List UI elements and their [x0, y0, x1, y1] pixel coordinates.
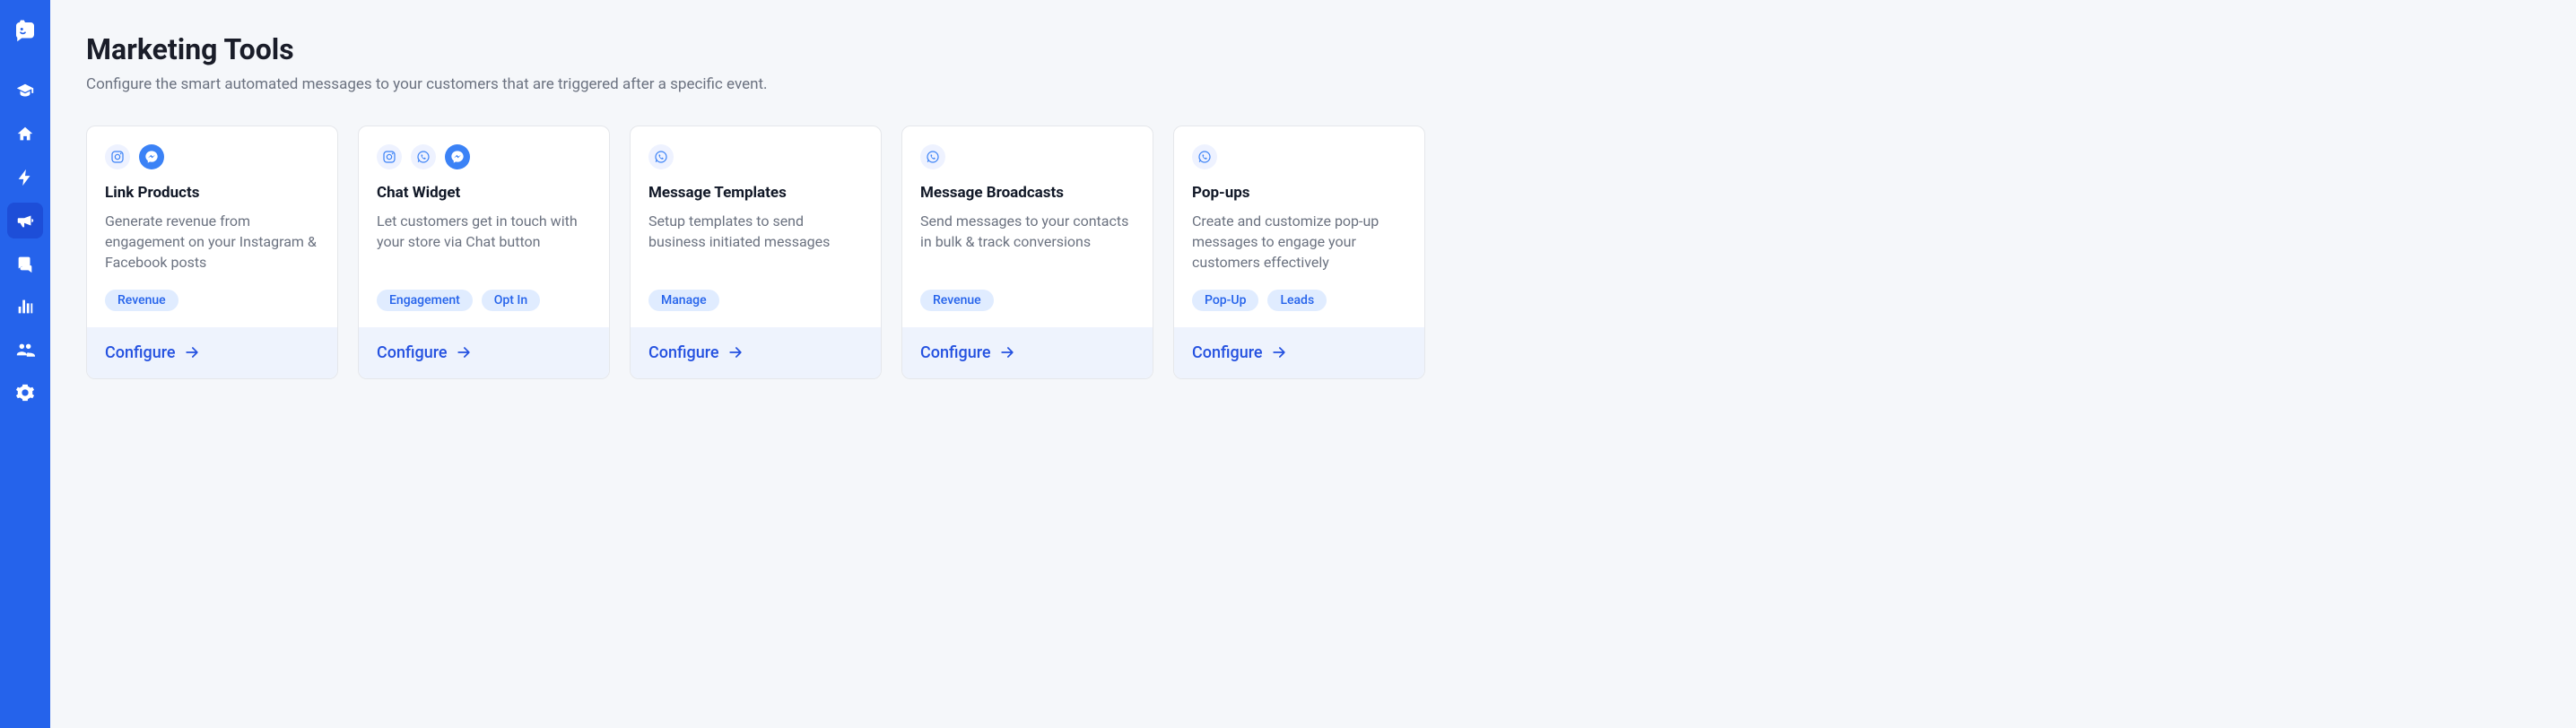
card-desc: Send messages to your contacts in bulk &… — [920, 211, 1135, 273]
arrow-right-icon — [455, 343, 473, 361]
card-body: Chat Widget Let customers get in touch w… — [359, 126, 609, 327]
card-title: Chat Widget — [377, 184, 591, 202]
card-chat-widget: Chat Widget Let customers get in touch w… — [358, 126, 610, 379]
card-body: Message Broadcasts Send messages to your… — [902, 126, 1153, 327]
page-title: Marketing Tools — [86, 32, 2540, 66]
card-popups: Pop-ups Create and customize pop-up mess… — [1173, 126, 1425, 379]
configure-label: Configure — [105, 343, 176, 362]
configure-label: Configure — [1192, 343, 1263, 362]
card-title: Message Templates — [648, 184, 863, 202]
messenger-icon — [139, 144, 164, 169]
tag: Leads — [1267, 290, 1327, 311]
page-subtitle: Configure the smart automated messages t… — [86, 75, 2540, 93]
tag: Pop-Up — [1192, 290, 1258, 311]
card-body: Message Templates Setup templates to sen… — [631, 126, 881, 327]
card-title: Pop-ups — [1192, 184, 1406, 202]
sidebar-item-people[interactable] — [7, 332, 43, 368]
card-title: Link Products — [105, 184, 319, 202]
tag: Engagement — [377, 290, 473, 311]
whatsapp-icon — [648, 144, 674, 169]
card-desc: Generate revenue from engagement on your… — [105, 211, 319, 273]
configure-button[interactable]: Configure — [631, 327, 881, 378]
whatsapp-icon — [411, 144, 436, 169]
app-logo — [10, 16, 40, 47]
card-body: Pop-ups Create and customize pop-up mess… — [1174, 126, 1424, 327]
card-desc: Let customers get in touch with your sto… — [377, 211, 591, 273]
card-desc: Create and customize pop-up messages to … — [1192, 211, 1406, 273]
tag: Revenue — [105, 290, 178, 311]
card-message-templates: Message Templates Setup templates to sen… — [630, 126, 882, 379]
arrow-right-icon — [1270, 343, 1288, 361]
whatsapp-icon — [1192, 144, 1217, 169]
sidebar-item-marketing[interactable] — [7, 203, 43, 238]
card-icon-row — [920, 144, 1135, 169]
card-grid: Link Products Generate revenue from enga… — [86, 126, 2540, 379]
card-tags: Manage — [648, 290, 863, 311]
configure-button[interactable]: Configure — [902, 327, 1153, 378]
sidebar-item-home[interactable] — [7, 117, 43, 152]
sidebar-item-bolt[interactable] — [7, 160, 43, 195]
sidebar — [0, 0, 50, 728]
configure-button[interactable]: Configure — [359, 327, 609, 378]
configure-label: Configure — [648, 343, 719, 362]
instagram-icon — [377, 144, 402, 169]
messenger-icon — [445, 144, 470, 169]
configure-button[interactable]: Configure — [87, 327, 337, 378]
card-tags: Revenue — [920, 290, 1135, 311]
card-tags: Revenue — [105, 290, 319, 311]
card-icon-row — [377, 144, 591, 169]
configure-label: Configure — [377, 343, 448, 362]
card-desc: Setup templates to send business initiat… — [648, 211, 863, 273]
sidebar-item-education[interactable] — [7, 74, 43, 109]
card-link-products: Link Products Generate revenue from enga… — [86, 126, 338, 379]
tag: Opt In — [482, 290, 540, 311]
card-icon-row — [648, 144, 863, 169]
main-content: Marketing Tools Configure the smart auto… — [50, 0, 2576, 728]
arrow-right-icon — [183, 343, 201, 361]
arrow-right-icon — [727, 343, 744, 361]
configure-button[interactable]: Configure — [1174, 327, 1424, 378]
card-title: Message Broadcasts — [920, 184, 1135, 202]
card-icon-row — [105, 144, 319, 169]
instagram-icon — [105, 144, 130, 169]
card-tags: Engagement Opt In — [377, 290, 591, 311]
sidebar-item-settings[interactable] — [7, 375, 43, 411]
tag: Manage — [648, 290, 719, 311]
sidebar-item-analytics[interactable] — [7, 289, 43, 325]
card-body: Link Products Generate revenue from enga… — [87, 126, 337, 327]
arrow-right-icon — [998, 343, 1016, 361]
configure-label: Configure — [920, 343, 991, 362]
card-icon-row — [1192, 144, 1406, 169]
whatsapp-icon — [920, 144, 945, 169]
tag: Revenue — [920, 290, 994, 311]
card-message-broadcasts: Message Broadcasts Send messages to your… — [901, 126, 1153, 379]
sidebar-item-chat[interactable] — [7, 246, 43, 282]
card-tags: Pop-Up Leads — [1192, 290, 1406, 311]
